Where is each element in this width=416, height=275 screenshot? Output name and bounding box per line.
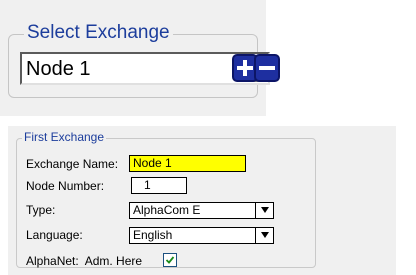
language-select-dropdown-button[interactable] xyxy=(255,228,273,243)
node-number-label: Node Number: xyxy=(26,179,105,193)
alphanet-adm-here-label: AlphaNet: Adm. Here xyxy=(26,254,143,268)
type-select-dropdown-button[interactable] xyxy=(255,203,273,218)
exchange-name-label: Exchange Name: xyxy=(26,157,119,171)
remove-exchange-button[interactable] xyxy=(254,54,280,82)
type-select[interactable]: AlphaCom E xyxy=(129,202,274,219)
exchange-select-value: Node 1 xyxy=(26,58,91,80)
type-label: Type: xyxy=(26,203,56,217)
chevron-down-icon xyxy=(260,232,269,238)
chevron-down-icon xyxy=(260,207,269,213)
type-select-value: AlphaCom E xyxy=(133,203,201,217)
alphanet-adm-here-checkbox[interactable] xyxy=(163,253,177,267)
language-select-value: English xyxy=(133,228,173,242)
checkmark-icon xyxy=(165,256,175,264)
node-number-field[interactable]: 1 xyxy=(131,177,187,194)
first-exchange-legend: First Exchange xyxy=(22,130,107,145)
language-label: Language: xyxy=(26,228,83,242)
select-exchange-legend: Select Exchange xyxy=(24,21,173,45)
language-select[interactable]: English xyxy=(129,227,274,244)
minus-icon xyxy=(259,66,275,70)
plus-icon xyxy=(237,60,253,76)
exchange-name-field[interactable]: Node 1 xyxy=(129,155,246,172)
